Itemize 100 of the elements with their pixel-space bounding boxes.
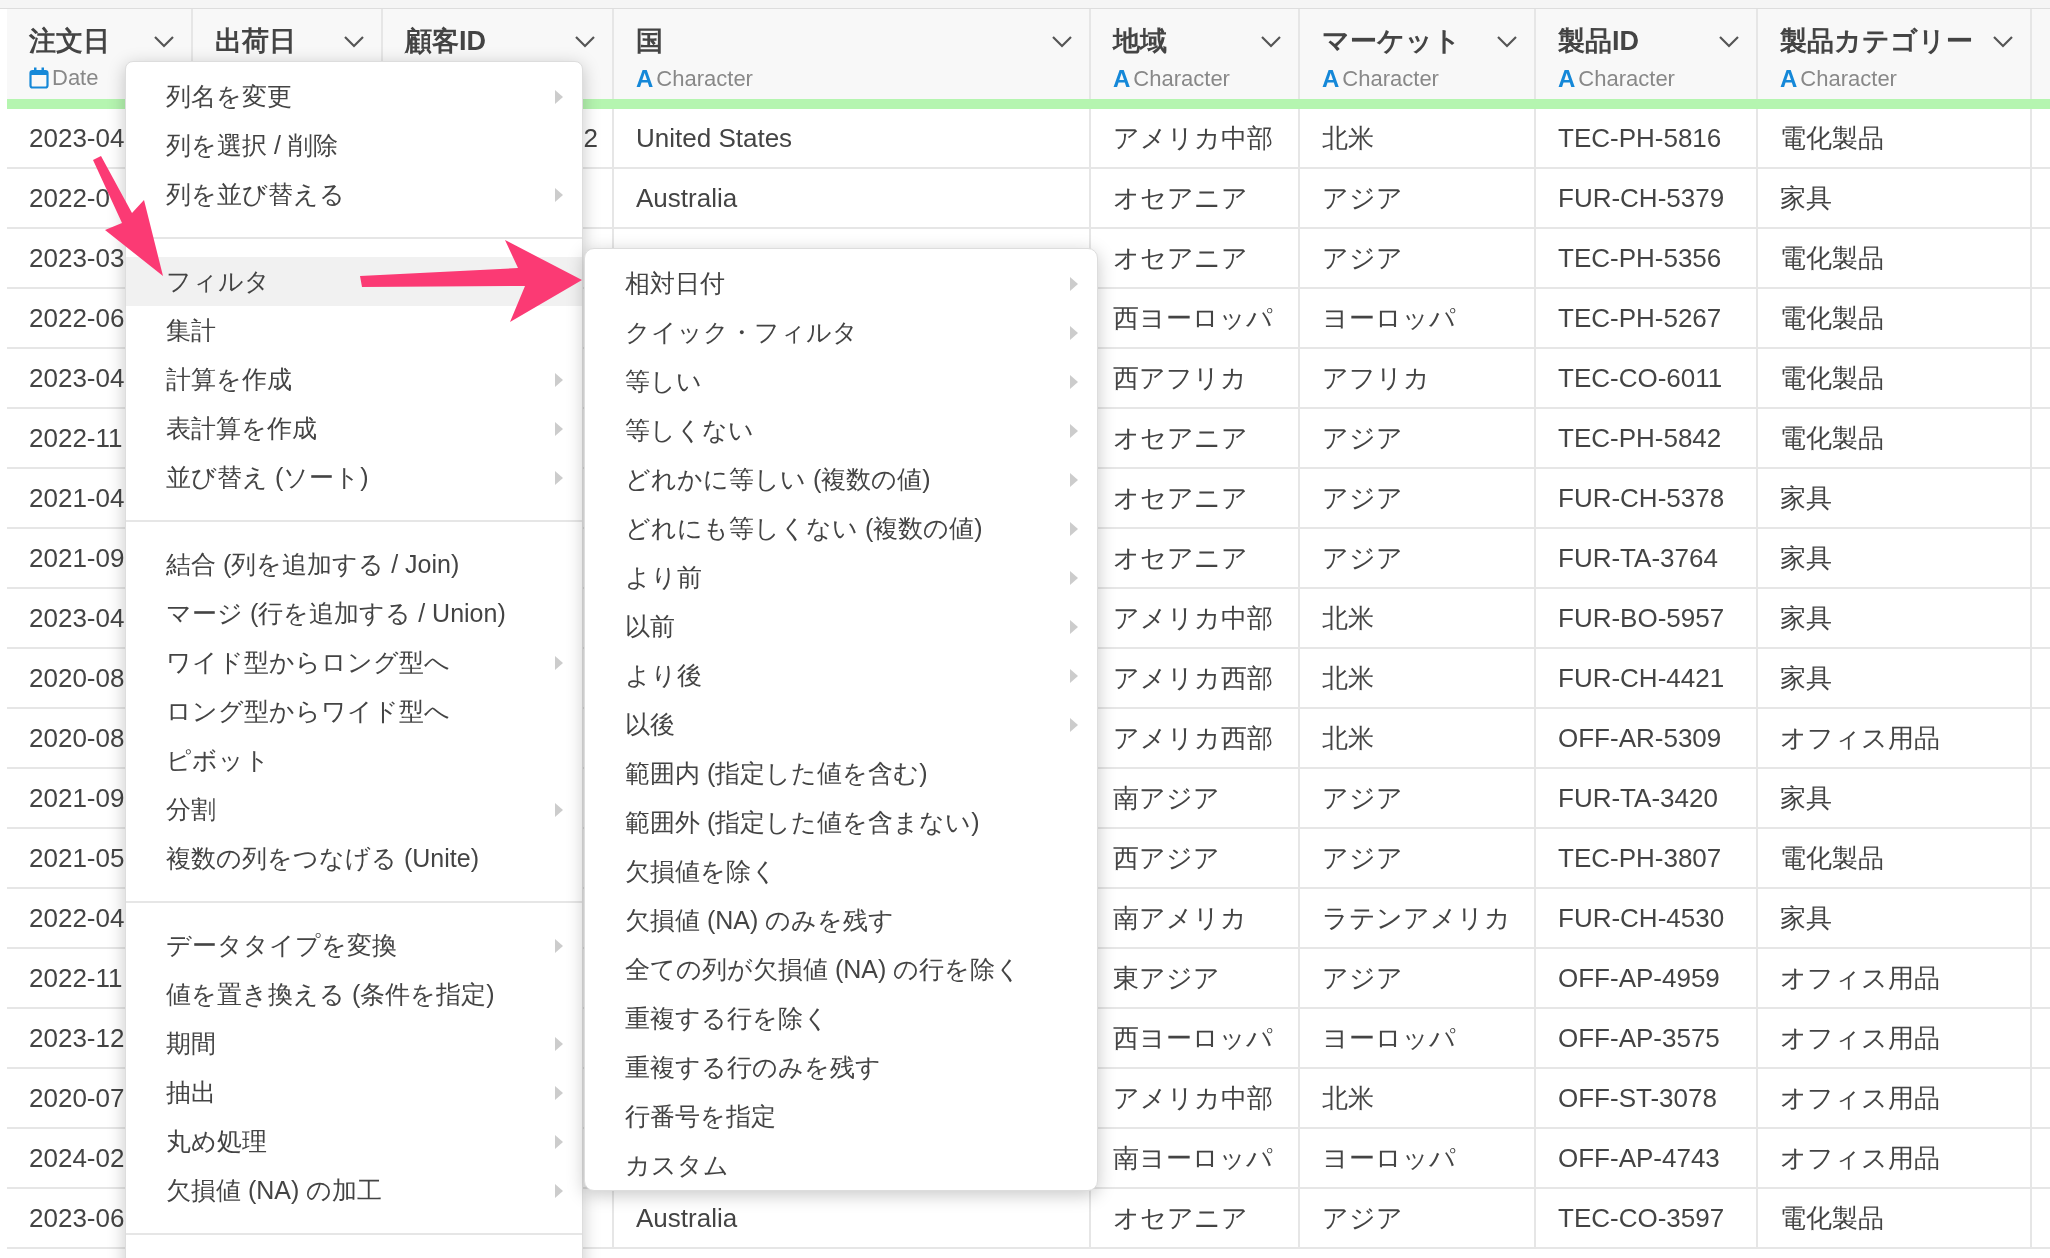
- table-cell: Australia: [636, 1202, 738, 1234]
- column-header[interactable]: 注文日: [29, 23, 110, 59]
- menu-item[interactable]: 期間: [126, 1019, 582, 1068]
- table-cell-text: 電化製品: [1780, 421, 1884, 455]
- menu-item[interactable]: 重複する行を除く: [585, 994, 1097, 1043]
- table-cell: OFF-AR-5309: [1558, 722, 1722, 754]
- chevron-down-icon[interactable]: [1992, 35, 2014, 49]
- table-cell-text: アジア: [1322, 841, 1403, 875]
- column-header[interactable]: 国: [636, 23, 663, 59]
- table-cell: OFF-ST-3078: [1558, 1082, 1717, 1114]
- table-cell-text: アメリカ西部: [1113, 661, 1273, 695]
- column-header[interactable]: 製品カテゴリー: [1780, 23, 1973, 59]
- table-cell: TEC-PH-3807: [1558, 842, 1722, 874]
- menu-item[interactable]: 等しい: [585, 357, 1097, 406]
- menu-item[interactable]: 欠損値 (NA) のみを残す: [585, 896, 1097, 945]
- table-cell-text: オセアニア: [1113, 1201, 1248, 1235]
- menu-item[interactable]: 等しくない: [585, 406, 1097, 455]
- menu-item[interactable]: 範囲外 (指定した値を含まない): [585, 798, 1097, 847]
- chevron-down-icon[interactable]: [153, 35, 175, 49]
- column-header[interactable]: 出荷日: [215, 23, 296, 59]
- menu-item[interactable]: データタイプを変換: [126, 921, 582, 970]
- menu-item[interactable]: 全ての列が欠損値 (NA) の行を除く: [585, 945, 1097, 994]
- menu-item[interactable]: どれにも等しくない (複数の値): [585, 504, 1097, 553]
- table-cell-text: アジア: [1322, 1201, 1403, 1235]
- table-cell-text: ヨーロッパ: [1322, 1021, 1456, 1055]
- table-cell-text: 電化製品: [1780, 241, 1884, 275]
- menu-item[interactable]: 複数の列をつなげる (Unite): [126, 834, 582, 883]
- chevron-down-icon[interactable]: [574, 35, 596, 49]
- menu-item[interactable]: 以後: [585, 700, 1097, 749]
- column-type-label: Character: [1578, 66, 1675, 92]
- table-cell-text: 西ヨーロッパ: [1113, 301, 1273, 335]
- table-cell-text: 南アメリカ: [1113, 901, 1247, 935]
- menu-item[interactable]: 計算を作成: [126, 355, 582, 404]
- table-cell-text: ラテンアメリカ: [1322, 901, 1511, 935]
- chevron-down-icon[interactable]: [343, 35, 365, 49]
- table-cell: OFF-AP-4959: [1558, 962, 1720, 994]
- table-cell-text: アジア: [1322, 241, 1403, 275]
- menu-item[interactable]: 列を選択 / 削除: [126, 121, 582, 170]
- menu-item[interactable]: 表計算を作成: [126, 404, 582, 453]
- chevron-down-icon[interactable]: [1260, 35, 1282, 49]
- menu-item[interactable]: 分割: [126, 785, 582, 834]
- chevron-down-icon[interactable]: [1051, 35, 1073, 49]
- menu-item[interactable]: より前: [585, 553, 1097, 602]
- menu-item[interactable]: 値を置き換える (条件を指定): [126, 970, 582, 1019]
- chevron-down-icon[interactable]: [1718, 35, 1740, 49]
- menu-item[interactable]: 並び替え (ソート): [126, 453, 582, 502]
- menu-item[interactable]: 列名を変更: [126, 72, 582, 121]
- menu-item[interactable]: クイック・フィルタ: [585, 308, 1097, 357]
- menu-item[interactable]: 結合 (列を追加する / Join): [126, 540, 582, 589]
- menu-item[interactable]: 丸め処理: [126, 1117, 582, 1166]
- column-header[interactable]: 地域: [1113, 23, 1167, 59]
- menu-item[interactable]: ワイド型からロング型へ: [126, 638, 582, 687]
- chevron-down-icon[interactable]: [1496, 35, 1518, 49]
- table-cell: 2023-12: [29, 1022, 125, 1054]
- table-cell: FUR-BO-5957: [1558, 602, 1725, 634]
- table-cell: FUR-TA-3420: [1558, 782, 1718, 814]
- table-cell-text: オフィス用品: [1780, 1141, 1940, 1175]
- table-cell-text: 北米: [1322, 121, 1374, 155]
- table-cell-text: オセアニア: [1113, 181, 1248, 215]
- menu-item[interactable]: 欠損値 (NA) の加工: [126, 1166, 582, 1215]
- table-cell-text: 家具: [1780, 601, 1832, 635]
- type-glyph: A: [1558, 65, 1576, 93]
- table-cell-text: 東アジア: [1113, 961, 1220, 995]
- menu-item[interactable]: 列を並び替える: [126, 170, 582, 219]
- menu-item[interactable]: 範囲内 (指定した値を含む): [585, 749, 1097, 798]
- menu-item[interactable]: カスタム: [585, 1141, 1097, 1190]
- calendar-icon: [29, 67, 49, 89]
- column-header[interactable]: マーケット: [1322, 23, 1461, 59]
- menu-item[interactable]: 抽出: [126, 1068, 582, 1117]
- column-header[interactable]: 製品ID: [1558, 23, 1639, 59]
- menu-item[interactable]: 集計: [126, 306, 582, 355]
- column-header[interactable]: 顧客ID: [405, 23, 486, 59]
- table-cell-text: オフィス用品: [1780, 1081, 1940, 1115]
- table-cell-text: オセアニア: [1113, 421, 1248, 455]
- menu-item[interactable]: 欠損値を除く: [585, 847, 1097, 896]
- menu-item[interactable]: 以前: [585, 602, 1097, 651]
- menu-item[interactable]: マージ (行を追加する / Union): [126, 589, 582, 638]
- table-cell-text: 家具: [1780, 541, 1832, 575]
- table-cell-text: アメリカ中部: [1113, 1081, 1273, 1115]
- table-cell-text: 南アジア: [1113, 781, 1220, 815]
- table-cell-text: 西アフリカ: [1113, 361, 1247, 395]
- table-cell: FUR-TA-3764: [1558, 542, 1718, 574]
- table-cell-text: 北米: [1322, 721, 1374, 755]
- type-glyph: A: [1113, 65, 1131, 93]
- menu-item[interactable]: ピボット: [126, 736, 582, 785]
- type-glyph: A: [1780, 65, 1798, 93]
- menu-item[interactable]: 行番号を指定: [585, 1092, 1097, 1141]
- table-cell-text: 北米: [1322, 1081, 1374, 1115]
- menu-item[interactable]: より後: [585, 651, 1097, 700]
- menu-item[interactable]: 重複する行のみを残す: [585, 1043, 1097, 1092]
- menu-item[interactable]: どれかに等しい (複数の値): [585, 455, 1097, 504]
- menu-item[interactable]: ロング型からワイド型へ: [126, 687, 582, 736]
- menu-item[interactable]: 相対日付: [585, 259, 1097, 308]
- table-cell-text: 家具: [1780, 901, 1832, 935]
- type-glyph: A: [1322, 65, 1340, 93]
- table-cell: 2024-02: [29, 1142, 125, 1174]
- table-cell: 2022-11: [29, 962, 123, 994]
- table-cell-text: アジア: [1322, 781, 1403, 815]
- table-cell: TEC-CO-6011: [1558, 362, 1723, 394]
- table-cell-text: ヨーロッパ: [1322, 301, 1456, 335]
